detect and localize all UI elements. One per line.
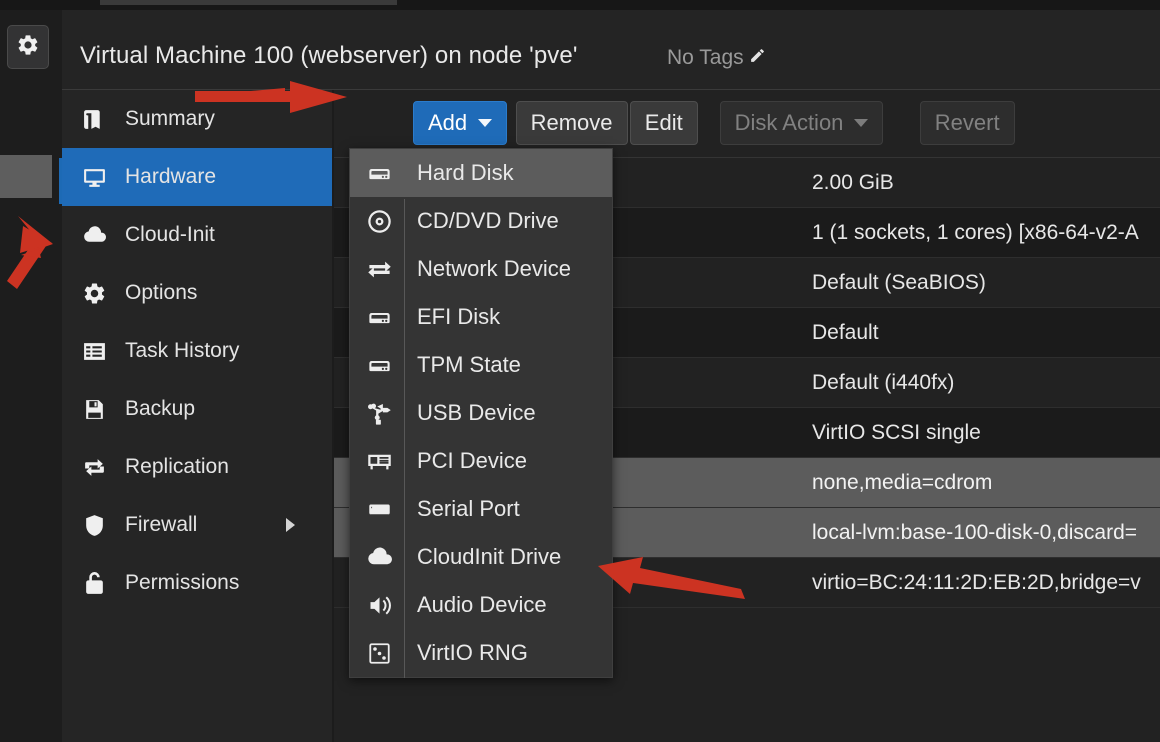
list-icon xyxy=(82,338,114,364)
rail-selected-block[interactable] xyxy=(0,155,52,198)
usb-icon xyxy=(362,398,396,428)
remove-button-label: Remove xyxy=(530,110,613,135)
unlock-icon xyxy=(82,570,114,596)
menu-item-efi-disk[interactable]: EFI Disk xyxy=(350,293,612,341)
menu-item-label: VirtIO RNG xyxy=(417,640,528,665)
menu-item-usb-device[interactable]: USB Device xyxy=(350,389,612,437)
sidebar-item-label: Options xyxy=(125,281,198,304)
hard-disk-icon xyxy=(362,302,396,332)
table-cell-value: local-lvm:base-100-disk-0,discard= xyxy=(812,520,1138,544)
cd-drive-icon xyxy=(362,206,396,236)
revert-button: Revert xyxy=(919,101,1015,145)
gear-icon xyxy=(82,280,114,306)
sidebar-item-summary[interactable]: Summary xyxy=(62,90,333,148)
gear-icon xyxy=(16,33,40,62)
sidebar-item-label: Firewall xyxy=(125,513,198,536)
sidebar-item-label: Hardware xyxy=(125,165,217,188)
add-button[interactable]: Add xyxy=(413,101,508,145)
window-header: Virtual Machine 100 (webserver) on node … xyxy=(62,10,1160,89)
sidebar-item-label: Summary xyxy=(125,107,215,130)
cloud-icon xyxy=(82,222,114,248)
table-cell-value: VirtIO SCSI single xyxy=(812,420,981,444)
proxmox-vm-hardware-screen: Virtual Machine 100 (webserver) on node … xyxy=(0,0,1160,742)
menu-item-label: Network Device xyxy=(417,256,572,281)
sidebar-item-hardware[interactable]: Hardware xyxy=(62,148,333,206)
sidebar-item-label: Permissions xyxy=(125,571,240,594)
rail-gear-button[interactable] xyxy=(7,25,49,69)
menu-item-label: Serial Port xyxy=(417,496,520,521)
disk-action-button-label: Disk Action xyxy=(734,110,844,135)
chevron-down-icon xyxy=(478,119,493,127)
top-strip xyxy=(0,0,1160,10)
table-cell-value: 1 (1 sockets, 1 cores) [x86-64-v2-A xyxy=(812,220,1139,244)
sidebar-item-label: Task History xyxy=(125,339,240,362)
sidebar-item-replication[interactable]: Replication xyxy=(62,438,333,496)
add-button-label: Add xyxy=(428,110,468,135)
disk-action-button: Disk Action xyxy=(719,101,884,145)
dice-icon xyxy=(362,638,396,668)
menu-item-label: Audio Device xyxy=(417,592,547,617)
menu-item-virtio-rng[interactable]: VirtIO RNG xyxy=(350,629,612,677)
sidebar-item-cloud-init[interactable]: Cloud-Init xyxy=(62,206,333,264)
sidebar-item-label: Replication xyxy=(125,455,229,478)
shield-icon xyxy=(82,512,114,538)
sidebar-item-firewall[interactable]: Firewall xyxy=(62,496,333,554)
add-menu-list: Hard Disk CD/DVD Drive Network Device EFI D… xyxy=(350,149,612,677)
chevron-right-icon xyxy=(286,518,295,532)
sidebar-item-permissions[interactable]: Permissions xyxy=(62,554,333,612)
sidebar-item-task-history[interactable]: Task History xyxy=(62,322,333,380)
remove-button[interactable]: Remove xyxy=(515,101,628,145)
revert-button-label: Revert xyxy=(934,110,1000,135)
serial-port-icon xyxy=(362,494,396,524)
left-rail xyxy=(0,10,63,742)
chevron-down-icon xyxy=(854,119,869,127)
table-cell-value: 2.00 GiB xyxy=(812,170,894,194)
monitor-icon xyxy=(82,164,114,190)
menu-item-network-device[interactable]: Network Device xyxy=(350,245,612,293)
menu-item-label: PCI Device xyxy=(417,448,528,473)
speaker-icon xyxy=(362,590,396,620)
edit-button-label: Edit xyxy=(644,110,683,135)
cloud-icon xyxy=(362,542,396,572)
table-cell-value: Default (i440fx) xyxy=(812,370,955,394)
menu-item-serial-port[interactable]: Serial Port xyxy=(350,485,612,533)
sidebar-item-options[interactable]: Options xyxy=(62,264,333,322)
pencil-icon[interactable] xyxy=(749,46,766,70)
sidebar-item-backup[interactable]: Backup xyxy=(62,380,333,438)
menu-item-label: Hard Disk xyxy=(417,160,514,185)
menu-item-label: TPM State xyxy=(417,352,521,377)
menu-item-label: USB Device xyxy=(417,400,536,425)
tags-label: No Tags xyxy=(667,46,744,69)
menu-item-cd-dvd-drive[interactable]: CD/DVD Drive xyxy=(350,197,612,245)
edit-button[interactable]: Edit xyxy=(629,101,698,145)
menu-item-label: EFI Disk xyxy=(417,304,501,329)
tags-area[interactable]: No Tags xyxy=(667,46,766,70)
menu-item-cloudinit-drive[interactable]: CloudInit Drive xyxy=(350,533,612,581)
menu-item-label: CD/DVD Drive xyxy=(417,208,559,233)
menu-item-label: CloudInit Drive xyxy=(417,544,562,569)
book-icon xyxy=(82,106,114,132)
menu-item-audio-device[interactable]: Audio Device xyxy=(350,581,612,629)
hard-disk-icon xyxy=(362,350,396,380)
table-cell-value: Default (SeaBIOS) xyxy=(812,270,986,294)
sidebar-item-label: Cloud-Init xyxy=(125,223,215,246)
network-icon xyxy=(362,254,396,284)
table-cell-value: Default xyxy=(812,320,879,344)
sidebar-nav: Summary Hardware Cloud-Init Options Task His… xyxy=(62,90,333,742)
repeat-icon xyxy=(82,454,114,480)
menu-item-pci-device[interactable]: PCI Device xyxy=(350,437,612,485)
pci-card-icon xyxy=(362,446,396,476)
sidebar-item-label: Backup xyxy=(125,397,196,420)
menu-item-hard-disk[interactable]: Hard Disk xyxy=(350,149,612,197)
hard-disk-icon xyxy=(362,158,396,188)
page-title: Virtual Machine 100 (webserver) on node … xyxy=(80,42,578,69)
top-strip-highlight xyxy=(100,0,397,5)
floppy-icon xyxy=(82,396,114,422)
add-dropdown-menu[interactable]: Hard Disk CD/DVD Drive Network Device EFI D… xyxy=(349,148,613,678)
table-cell-value: virtio=BC:24:11:2D:EB:2D,bridge=v xyxy=(812,570,1141,594)
menu-item-tpm-state[interactable]: TPM State xyxy=(350,341,612,389)
table-cell-value: none,media=cdrom xyxy=(812,470,993,494)
hardware-toolbar: Add Remove Edit Disk Action Revert xyxy=(334,90,1160,157)
